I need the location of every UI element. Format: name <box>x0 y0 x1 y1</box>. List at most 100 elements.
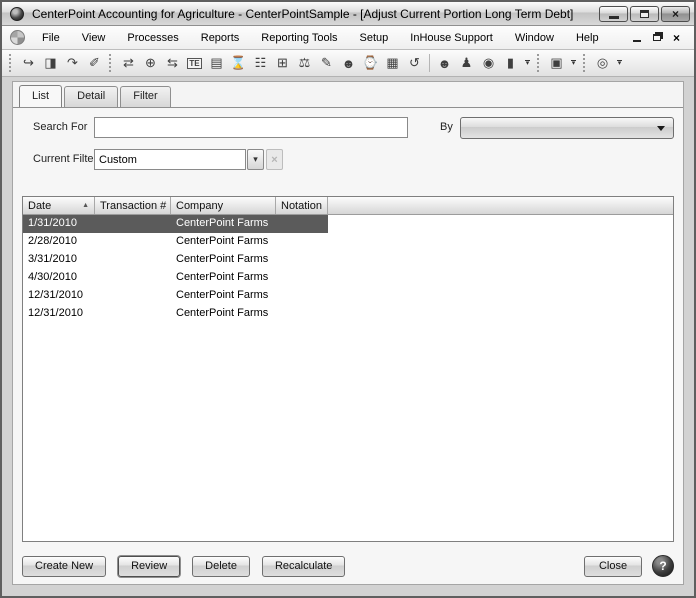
menu-view[interactable]: View <box>71 29 117 47</box>
search-input[interactable] <box>94 117 408 138</box>
table-row[interactable]: 4/30/2010 CenterPoint Farms <box>23 269 673 287</box>
menu-inhouse-support[interactable]: InHouse Support <box>399 29 504 47</box>
cell-notation <box>276 287 328 305</box>
column-header-filler <box>328 197 673 214</box>
menu-reports[interactable]: Reports <box>190 29 251 47</box>
chevron-down-icon: ▾ <box>253 154 258 165</box>
user-dollar-icon[interactable]: ☻ <box>434 53 455 73</box>
scales-icon[interactable]: ⚖ <box>294 53 315 73</box>
sort-asc-icon: ▲ <box>82 202 89 209</box>
filter-dropdown-button[interactable]: ▾ <box>247 149 264 170</box>
menu-file[interactable]: File <box>31 29 71 47</box>
person-money-icon[interactable]: ☻ <box>338 53 359 73</box>
toolbar: ↪ ◨ ↷ ✐ ⇄ ⊕ ⇆ TE ▤ ⌛ ☷ ⊞ ⚖ ✎ ☻ ⌚ ▦ ↺ ☻ ♟… <box>2 50 694 77</box>
toolbar-grip[interactable] <box>9 54 14 72</box>
close-form-button[interactable]: Close <box>584 556 642 577</box>
tab-filter[interactable]: Filter <box>120 86 170 107</box>
button-row: Create New Review Delete Recalculate Clo… <box>22 555 674 577</box>
transactions-grid: Date ▲ Transaction # Company Notation 1/… <box>22 196 674 542</box>
open-folder-icon[interactable]: ↪ <box>18 53 39 73</box>
clock-report-icon[interactable]: ⌚ <box>360 53 381 73</box>
column-header-transaction[interactable]: Transaction # <box>95 197 171 214</box>
cell-company: CenterPoint Farms <box>171 305 276 323</box>
transfer-arrows-icon[interactable]: ⇄ <box>118 53 139 73</box>
mdi-child-icon[interactable] <box>10 30 25 45</box>
document-history-icon[interactable]: ⌛ <box>228 53 249 73</box>
list-tab-panel: Search For By Current Filter ▾ × Date <box>13 107 683 584</box>
toolbar-overflow-icon[interactable]: ▾ <box>522 54 533 72</box>
cell-notation <box>276 215 328 233</box>
globe-sync-icon[interactable]: ⊕ <box>140 53 161 73</box>
current-filter-value[interactable] <box>94 149 246 170</box>
toolbar-grip[interactable] <box>537 54 542 72</box>
mdi-close-icon[interactable]: × <box>673 32 680 44</box>
table-row[interactable]: 12/31/2010 CenterPoint Farms <box>23 287 673 305</box>
toolbar-overflow-icon[interactable]: ▾ <box>614 54 625 72</box>
toolbar-grip[interactable] <box>109 54 114 72</box>
menu-bar: File View Processes Reports Reporting To… <box>2 26 694 50</box>
wand-icon[interactable]: ✐ <box>84 53 105 73</box>
table-row[interactable]: 1/31/2010 CenterPoint Farms <box>23 215 673 233</box>
document-search-icon[interactable]: ▤ <box>206 53 227 73</box>
menu-setup[interactable]: Setup <box>349 29 400 47</box>
edit-pencil-icon[interactable]: ✎ <box>316 53 337 73</box>
swap-arrows-icon[interactable]: ⇆ <box>162 53 183 73</box>
close-button[interactable]: × <box>661 6 690 22</box>
cell-notation <box>276 233 328 251</box>
delete-button[interactable]: Delete <box>192 556 250 577</box>
ledger-book-icon[interactable]: ▮ <box>500 53 521 73</box>
te-document-icon[interactable]: TE <box>184 53 205 73</box>
folder-redo-icon[interactable]: ↷ <box>62 53 83 73</box>
toolbar-grip[interactable] <box>583 54 588 72</box>
globe-computer-icon[interactable]: ◎ <box>592 53 613 73</box>
minimize-button[interactable] <box>599 6 628 22</box>
calculator-icon[interactable]: ⊞ <box>272 53 293 73</box>
by-dropdown[interactable] <box>460 117 674 139</box>
menu-help[interactable]: Help <box>565 29 610 47</box>
window-title: CenterPoint Accounting for Agriculture -… <box>32 7 595 21</box>
restore-button[interactable] <box>630 6 659 22</box>
exit-door-icon[interactable]: ◨ <box>40 53 61 73</box>
chevron-down-icon <box>657 126 665 131</box>
grid-header: Date ▲ Transaction # Company Notation <box>23 197 673 215</box>
folder-sync-icon[interactable]: ↺ <box>404 53 425 73</box>
table-row[interactable]: 3/31/2010 CenterPoint Farms <box>23 251 673 269</box>
review-button[interactable]: Review <box>118 556 180 577</box>
cell-date: 2/28/2010 <box>23 233 95 251</box>
mdi-minimize-icon[interactable] <box>633 40 641 42</box>
coins-icon[interactable]: ◉ <box>478 53 499 73</box>
app-icon <box>10 7 24 21</box>
by-label: By <box>440 121 453 133</box>
cell-company: CenterPoint Farms <box>171 233 276 251</box>
column-header-company[interactable]: Company <box>171 197 276 214</box>
user-blocks-icon[interactable]: ♟ <box>456 53 477 73</box>
title-bar: CenterPoint Accounting for Agriculture -… <box>2 2 694 26</box>
table-grid-icon[interactable]: ▦ <box>382 53 403 73</box>
menu-window[interactable]: Window <box>504 29 565 47</box>
cell-date: 3/31/2010 <box>23 251 95 269</box>
filter-clear-button[interactable]: × <box>266 149 283 170</box>
table-row[interactable]: 12/31/2010 CenterPoint Farms <box>23 305 673 323</box>
mdi-restore-icon[interactable] <box>653 34 661 41</box>
form-window-icon[interactable]: ▣ <box>546 53 567 73</box>
tab-detail[interactable]: Detail <box>64 86 118 107</box>
cell-date: 1/31/2010 <box>23 215 95 233</box>
column-header-notation[interactable]: Notation <box>276 197 328 214</box>
cell-notation <box>276 269 328 287</box>
print-icon[interactable]: ☷ <box>250 53 271 73</box>
search-for-label: Search For <box>33 121 87 133</box>
close-icon: × <box>672 8 679 20</box>
cell-date: 12/31/2010 <box>23 287 95 305</box>
column-header-date[interactable]: Date ▲ <box>23 197 95 214</box>
toolbar-overflow-icon[interactable]: ▾ <box>568 54 579 72</box>
recalculate-button[interactable]: Recalculate <box>262 556 345 577</box>
client-area: List Detail Filter Search For By Current… <box>12 81 684 585</box>
help-button[interactable]: ? <box>652 555 674 577</box>
tab-list[interactable]: List <box>19 85 62 107</box>
create-new-button[interactable]: Create New <box>22 556 106 577</box>
cell-transaction <box>95 269 171 287</box>
menu-processes[interactable]: Processes <box>116 29 189 47</box>
cell-notation <box>276 305 328 323</box>
menu-reporting-tools[interactable]: Reporting Tools <box>250 29 348 47</box>
table-row[interactable]: 2/28/2010 CenterPoint Farms <box>23 233 673 251</box>
